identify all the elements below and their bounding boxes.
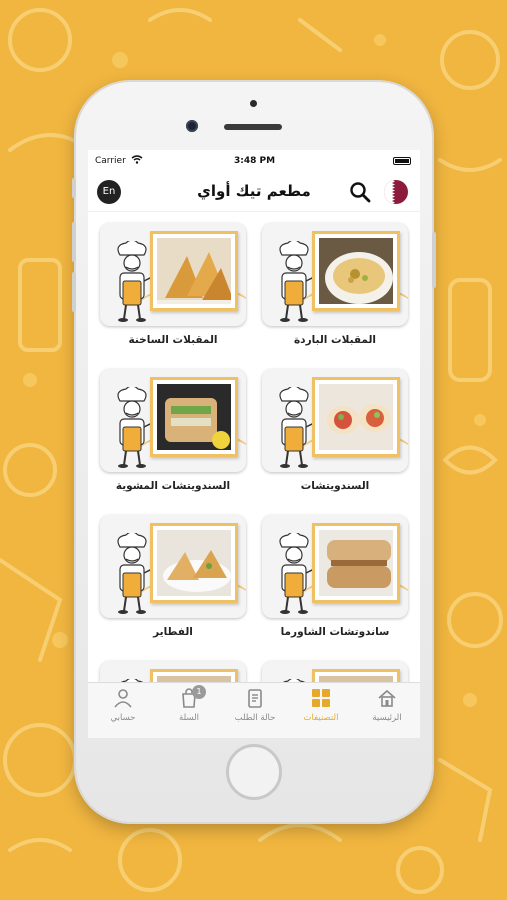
front-camera [186,120,198,132]
category-image [262,369,408,472]
category-image [262,515,408,618]
category-image [262,223,408,326]
earpiece-speaker [224,124,282,130]
food-photo-frame [312,669,400,682]
food-photo-frame [312,377,400,457]
chef-illustration [274,239,315,323]
cart-count-badge: 1 [192,685,206,699]
mute-switch [72,178,76,198]
food-photo-frame [150,377,238,457]
home-button[interactable] [226,744,282,800]
categories-icon [310,687,332,709]
category-card-hot-appetizers[interactable]: المقبلات الساخنة [100,223,246,346]
food-photo [157,530,231,596]
food-photo-frame [312,523,400,603]
tab-label: الرئيسية [372,713,402,723]
tab-cart[interactable]: 1 السلة [156,685,222,723]
category-label: السندويتشات المشوية [115,480,231,492]
carrier-label: Carrier [95,156,126,166]
category-label: الفطاير [153,626,193,638]
chef-illustration [112,531,153,615]
home-icon [376,687,398,709]
food-photo-frame [312,231,400,311]
category-image [100,223,246,326]
tab-order-status[interactable]: حالة الطلب [222,687,288,723]
tab-label: حالة الطلب [234,713,276,723]
search-icon[interactable] [349,181,371,203]
category-card-sandwiches[interactable]: السندويتشات [262,369,408,492]
category-card-cold-appetizers[interactable]: المقبلات الباردة [262,223,408,346]
bottom-tab-bar: الرئيسية التصنيفات حالة الطلب 1 السلة حس… [88,682,420,738]
chef-illustration [274,531,315,615]
battery-icon [393,157,411,165]
food-photo [157,238,231,304]
categories-grid-scroll[interactable]: المقبلات الباردة المقبلات الساخنة السندو… [88,212,420,682]
order-status-icon [244,687,266,709]
proximity-sensor [250,100,257,107]
category-label: ساندوتشات الشاورما [280,626,390,638]
app-screen: Carrier 3:48 PM En مطعم تيك أواي المقبلا… [88,150,420,738]
status-bar: Carrier 3:48 PM [88,150,420,172]
tab-label: السلة [179,713,199,723]
chef-illustration [112,385,153,469]
tab-label: التصنيفات [303,713,339,723]
clock: 3:48 PM [234,156,276,166]
food-photo [319,238,393,304]
category-card-fatayer[interactable]: الفطاير [100,515,246,638]
volume-up-button [72,222,76,262]
tab-label: حسابي [110,713,136,723]
wifi-icon [131,154,143,167]
category-image [100,369,246,472]
power-button [432,232,436,288]
top-navigation-bar: En مطعم تيك أواي [88,172,420,212]
category-card-grilled-sandwiches[interactable]: السندويتشات المشوية [100,369,246,492]
food-photo-frame [150,669,238,682]
tab-categories[interactable]: التصنيفات [288,687,354,723]
category-image [262,661,408,682]
category-image [100,515,246,618]
tab-account[interactable]: حسابي [90,687,156,723]
category-card-partial[interactable] [262,661,408,682]
category-card-partial[interactable] [100,661,246,682]
food-photo [319,384,393,450]
category-card-shawarma-sandwiches[interactable]: ساندوتشات الشاورما [262,515,408,638]
food-photo [319,530,393,596]
tab-home[interactable]: الرئيسية [354,687,420,723]
cart-icon: 1 [178,685,206,709]
category-label: المقبلات الباردة [293,334,376,346]
volume-down-button [72,272,76,312]
food-photo-frame [150,523,238,603]
food-photo-frame [150,231,238,311]
account-icon [112,687,134,709]
qatar-flag-icon[interactable] [384,180,408,204]
food-photo [157,384,231,450]
category-label: السندويتشات [300,480,370,492]
category-label: المقبلات الساخنة [128,334,218,346]
chef-illustration [112,239,153,323]
category-image [100,661,246,682]
chef-illustration [274,385,315,469]
